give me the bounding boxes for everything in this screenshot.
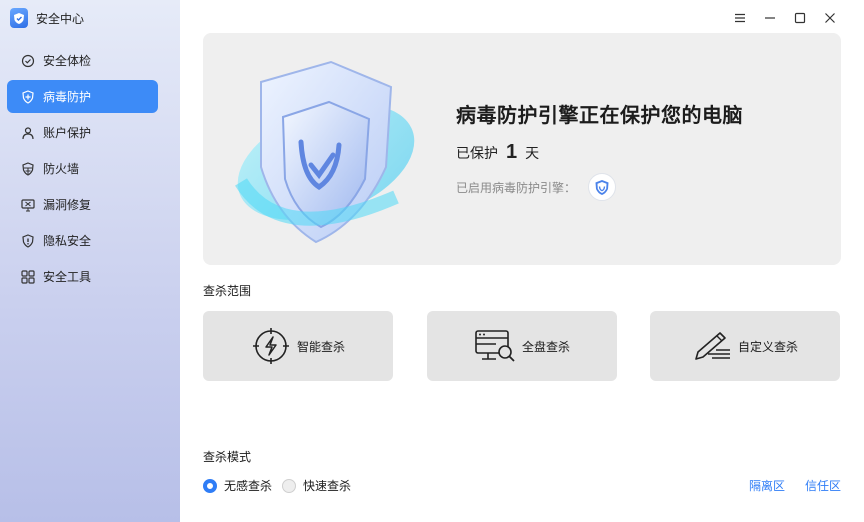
monitor-fix-icon xyxy=(21,198,35,212)
window-titlebar xyxy=(724,0,864,34)
sidebar-item-label: 漏洞修复 xyxy=(43,198,92,212)
custom-scan-button[interactable]: 自定义查杀 xyxy=(650,311,840,381)
trust-zone-link[interactable]: 信任区 xyxy=(805,477,841,494)
sidebar-item-label: 账户保护 xyxy=(43,126,92,140)
protected-days: 已保护 1 天 xyxy=(456,141,539,164)
quick-scan-radio[interactable] xyxy=(282,478,297,493)
shield-illustration-icon xyxy=(221,47,421,247)
sidebar-item-label: 安全工具 xyxy=(43,270,92,284)
full-scan-label: 全盘查杀 xyxy=(521,339,570,354)
user-icon xyxy=(21,126,35,140)
grid-tools-icon xyxy=(21,269,35,284)
sidebar: 安全中心 安全体检 病毒防护 账户保护 防火墙 漏洞修复 隐私安全 安全工具 xyxy=(0,0,180,522)
sidebar-item-virus-protection[interactable]: 病毒防护 xyxy=(7,80,158,113)
engine-shield-icon[interactable] xyxy=(588,173,617,201)
protection-headline: 病毒防护引擎正在保护您的电脑 xyxy=(456,105,743,127)
sidebar-item-security-check[interactable]: 安全体检 xyxy=(7,44,158,77)
scan-scope-label: 查杀范围 xyxy=(203,284,252,298)
smart-scan-label: 智能查杀 xyxy=(296,339,345,354)
sidebar-item-security-tools[interactable]: 安全工具 xyxy=(7,260,158,293)
sidebar-nav: 安全体检 病毒防护 账户保护 防火墙 漏洞修复 隐私安全 安全工具 xyxy=(7,44,158,296)
silent-scan-radio[interactable] xyxy=(203,478,217,493)
app-header: 安全中心 xyxy=(10,8,84,28)
check-circle-icon xyxy=(21,54,35,68)
close-icon[interactable] xyxy=(822,10,838,26)
protected-days-value: 1 xyxy=(506,141,518,163)
scan-mode-options: 无感查杀 快速查杀 xyxy=(203,477,361,494)
app-title: 安全中心 xyxy=(36,11,85,26)
shield-plus-icon xyxy=(21,89,35,104)
quarantine-link[interactable]: 隔离区 xyxy=(749,477,785,494)
maximize-icon[interactable] xyxy=(792,10,808,26)
custom-scan-label: 自定义查杀 xyxy=(737,339,798,354)
privacy-shield-icon xyxy=(21,233,35,248)
sidebar-item-account-protection[interactable]: 账户保护 xyxy=(7,116,158,149)
minimize-icon[interactable] xyxy=(762,10,778,26)
sidebar-item-privacy[interactable]: 隐私安全 xyxy=(7,224,158,257)
sidebar-item-label: 病毒防护 xyxy=(43,90,92,104)
sidebar-item-label: 隐私安全 xyxy=(43,234,92,248)
custom-scan-icon xyxy=(695,332,730,360)
silent-scan-label[interactable]: 无感查杀 xyxy=(224,477,272,494)
protection-status-panel: 病毒防护引擎正在保护您的电脑 已保护 1 天 已启用病毒防护引擎： xyxy=(203,33,841,265)
sidebar-item-firewall[interactable]: 防火墙 xyxy=(7,152,158,185)
sidebar-item-label: 防火墙 xyxy=(43,162,80,176)
protected-days-suffix: 天 xyxy=(525,145,540,161)
scan-mode-label: 查杀模式 xyxy=(203,450,252,464)
full-scan-button[interactable]: 全盘查杀 xyxy=(427,311,617,381)
sidebar-item-label: 安全体检 xyxy=(43,54,92,68)
firewall-icon xyxy=(21,161,35,176)
protected-days-prefix: 已保护 xyxy=(456,145,498,161)
app-logo-icon xyxy=(10,8,28,28)
smart-scan-button[interactable]: 智能查杀 xyxy=(203,311,393,381)
smart-scan-icon xyxy=(252,328,289,364)
full-scan-icon xyxy=(475,330,515,362)
menu-icon[interactable] xyxy=(732,10,748,26)
quick-scan-label[interactable]: 快速查杀 xyxy=(303,477,351,494)
sidebar-item-vulnerability-fix[interactable]: 漏洞修复 xyxy=(7,188,158,221)
engine-label: 已启用病毒防护引擎： xyxy=(456,180,577,195)
engine-status: 已启用病毒防护引擎： xyxy=(456,173,617,201)
